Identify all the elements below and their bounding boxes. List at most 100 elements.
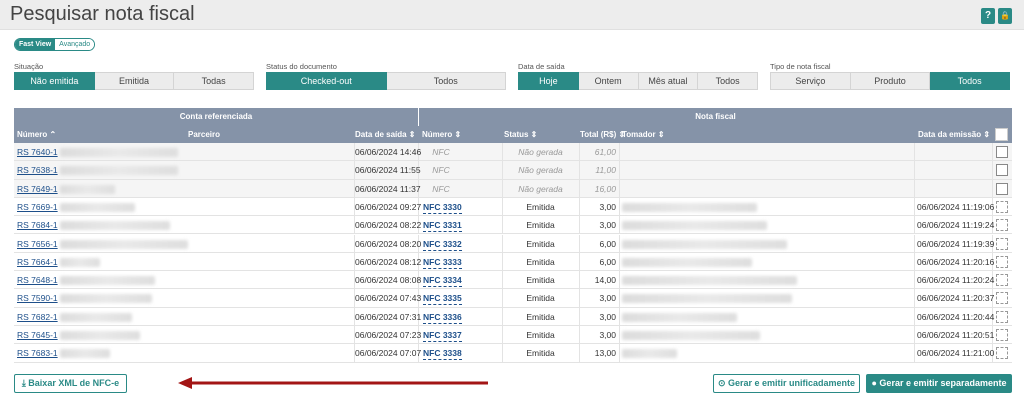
conta-link[interactable]: RS 7683-1 [17,344,58,362]
row-checkbox[interactable] [996,347,1008,360]
lock-icon[interactable]: 🔒 [998,8,1012,24]
table-row[interactable]: RS 7684-1 06/06/2024 08:22 NFC 3331 Emitida… [14,216,1012,235]
col-total[interactable]: Total (R$) ⇕ [580,126,625,143]
table-row[interactable]: RS 7640-1 06/06/2024 14:46 NFC Não gerada 61… [14,143,1012,162]
emit-unified-button[interactable]: ⊙ Gerar e emitir unificadamente [713,374,860,393]
data-option[interactable]: Todos [698,72,758,90]
data-emissao: 06/06/2024 11:20:24 [917,275,995,286]
conta-link[interactable]: RS 7645-1 [17,326,58,344]
row-checkbox[interactable] [996,200,1008,213]
tipo-option[interactable]: Produto [850,72,931,90]
row-checkbox[interactable] [996,164,1008,177]
nf-total: 3,00 [599,220,616,231]
advanced-view-option[interactable]: Avançado [55,39,95,50]
conta-link[interactable]: RS 7664-1 [17,253,58,271]
col-data-emissao[interactable]: Data da emissão ⇕ [918,126,990,143]
data-option[interactable]: Hoje [518,72,579,90]
conta-link[interactable]: RS 7640-1 [17,143,58,161]
row-checkbox[interactable] [996,219,1008,232]
conta-link[interactable]: RS 7682-1 [17,308,58,326]
nf-link[interactable]: NFC 3337 [423,330,462,342]
data-emissao: 06/06/2024 11:20:16 [917,256,995,267]
col-parceiro[interactable]: Parceiro [188,126,220,143]
tipo-option[interactable]: Todos [930,72,1011,90]
table-row[interactable]: RS 7682-1 06/06/2024 07:31 NFC 3336 Emitida… [14,307,1012,326]
data-saida-label: Data de saída [518,62,565,71]
parceiro-redacted [60,184,115,194]
col-status[interactable]: Status ⇕ [504,126,537,143]
row-checkbox[interactable] [996,146,1008,158]
nf-total: 6,00 [599,238,616,249]
select-all-checkbox[interactable] [995,128,1008,141]
nf-numero: NFC [432,183,450,194]
nf-total: 14,00 [594,275,616,286]
table-row[interactable]: RS 7638-1 06/06/2024 11:55 NFC Não gerada 11… [14,161,1012,180]
table-row[interactable]: RS 7649-1 06/06/2024 11:37 NFC Não gerada 16… [14,179,1012,198]
data-emissao: 06/06/2024 11:20:44 [917,311,995,322]
row-checkbox[interactable] [996,292,1008,305]
emit-separate-button[interactable]: ● Gerar e emitir separadamente [866,374,1012,393]
tomador-redacted [622,312,737,322]
col-data-saida[interactable]: Data de saída ⇕ [355,126,416,143]
group-conta-referenciada: Conta referenciada [14,108,418,126]
conta-link[interactable]: RS 7684-1 [17,216,58,234]
status-option[interactable]: Checked-out [266,72,387,90]
nf-status: Emitida [526,275,555,286]
conta-link[interactable]: RS 7669-1 [17,198,58,216]
nf-link[interactable]: NFC 3331 [423,220,462,233]
table-header-row: Número ⌃ Parceiro Data de saída ⇕ Número… [14,126,1012,143]
nf-link[interactable]: NFC 3335 [423,293,462,306]
data-emissao: 06/06/2024 11:20:37 [917,293,995,304]
row-checkbox[interactable] [996,237,1008,250]
conta-link[interactable]: RS 7638-1 [17,161,58,179]
data-saida: 06/06/2024 14:46 [355,147,422,157]
data-option[interactable]: Mês atual [638,72,699,90]
table-row[interactable]: RS 7648-1 06/06/2024 08:08 NFC 3334 Emitida… [14,271,1012,290]
row-checkbox[interactable] [996,310,1008,323]
nf-link[interactable]: NFC 3338 [423,348,462,361]
col-tomador[interactable]: Tomador ⇕ [622,126,665,143]
table-row[interactable]: RS 7683-1 06/06/2024 07:07 NFC 3338 Emitida… [14,344,1012,363]
col-numero[interactable]: Número ⌃ [17,126,56,143]
nf-status: Emitida [526,238,555,249]
situacao-option[interactable]: Emitida [94,72,175,90]
nf-link[interactable]: NFC 3333 [423,257,462,269]
table-row[interactable]: RS 7669-1 06/06/2024 09:27 NFC 3330 Emitida… [14,197,1012,217]
download-xml-button[interactable]: ⤓ Baixar XML de NFC-e [14,374,127,393]
fast-view-option[interactable]: Fast View [15,39,56,50]
conta-link[interactable]: RS 7590-1 [17,289,58,307]
table-row[interactable]: RS 7656-1 06/06/2024 08:20 NFC 3332 Emitida… [14,234,1012,253]
nf-link[interactable]: NFC 3336 [423,312,462,324]
col-nf-numero[interactable]: Número ⇕ [422,126,461,143]
data-saida: 06/06/2024 07:23 [355,330,422,340]
table-row[interactable]: RS 7590-1 06/06/2024 07:43 NFC 3335 Emitida… [14,289,1012,308]
tipo-filter: Serviço Produto Todos [770,72,1011,90]
nf-total: 11,00 [595,165,616,176]
row-checkbox[interactable] [996,182,1008,195]
help-button[interactable]: ? [981,8,995,24]
status-option[interactable]: Todos [386,72,506,90]
nf-status: Emitida [526,348,555,359]
nf-total: 3,00 [599,330,616,340]
row-checkbox[interactable] [996,255,1008,268]
table-row[interactable]: RS 7664-1 06/06/2024 08:12 NFC 3333 Emitida… [14,252,1012,272]
nf-link[interactable]: NFC 3332 [423,239,462,251]
data-option[interactable]: Ontem [578,72,639,90]
view-toggle[interactable]: Fast View Avançado [14,38,96,51]
nf-link[interactable]: NFC 3334 [423,275,462,288]
data-saida: 06/06/2024 11:37 [355,183,421,194]
parceiro-redacted [60,276,155,286]
tipo-option[interactable]: Serviço [770,72,851,90]
situacao-option[interactable]: Todas [174,72,255,90]
parceiro-redacted [60,202,135,212]
nf-link[interactable]: NFC 3330 [423,202,462,214]
conta-link[interactable]: RS 7649-1 [17,180,58,198]
data-emissao: 06/06/2024 11:19:39 [917,238,995,249]
situacao-option[interactable]: Não emitida [14,72,95,90]
conta-link[interactable]: RS 7648-1 [17,271,58,289]
conta-link[interactable]: RS 7656-1 [17,235,58,253]
row-checkbox[interactable] [996,274,1008,287]
parceiro-redacted [60,349,110,359]
table-row[interactable]: RS 7645-1 06/06/2024 07:23 NFC 3337 Emitida… [14,326,1012,345]
row-checkbox[interactable] [996,329,1008,341]
